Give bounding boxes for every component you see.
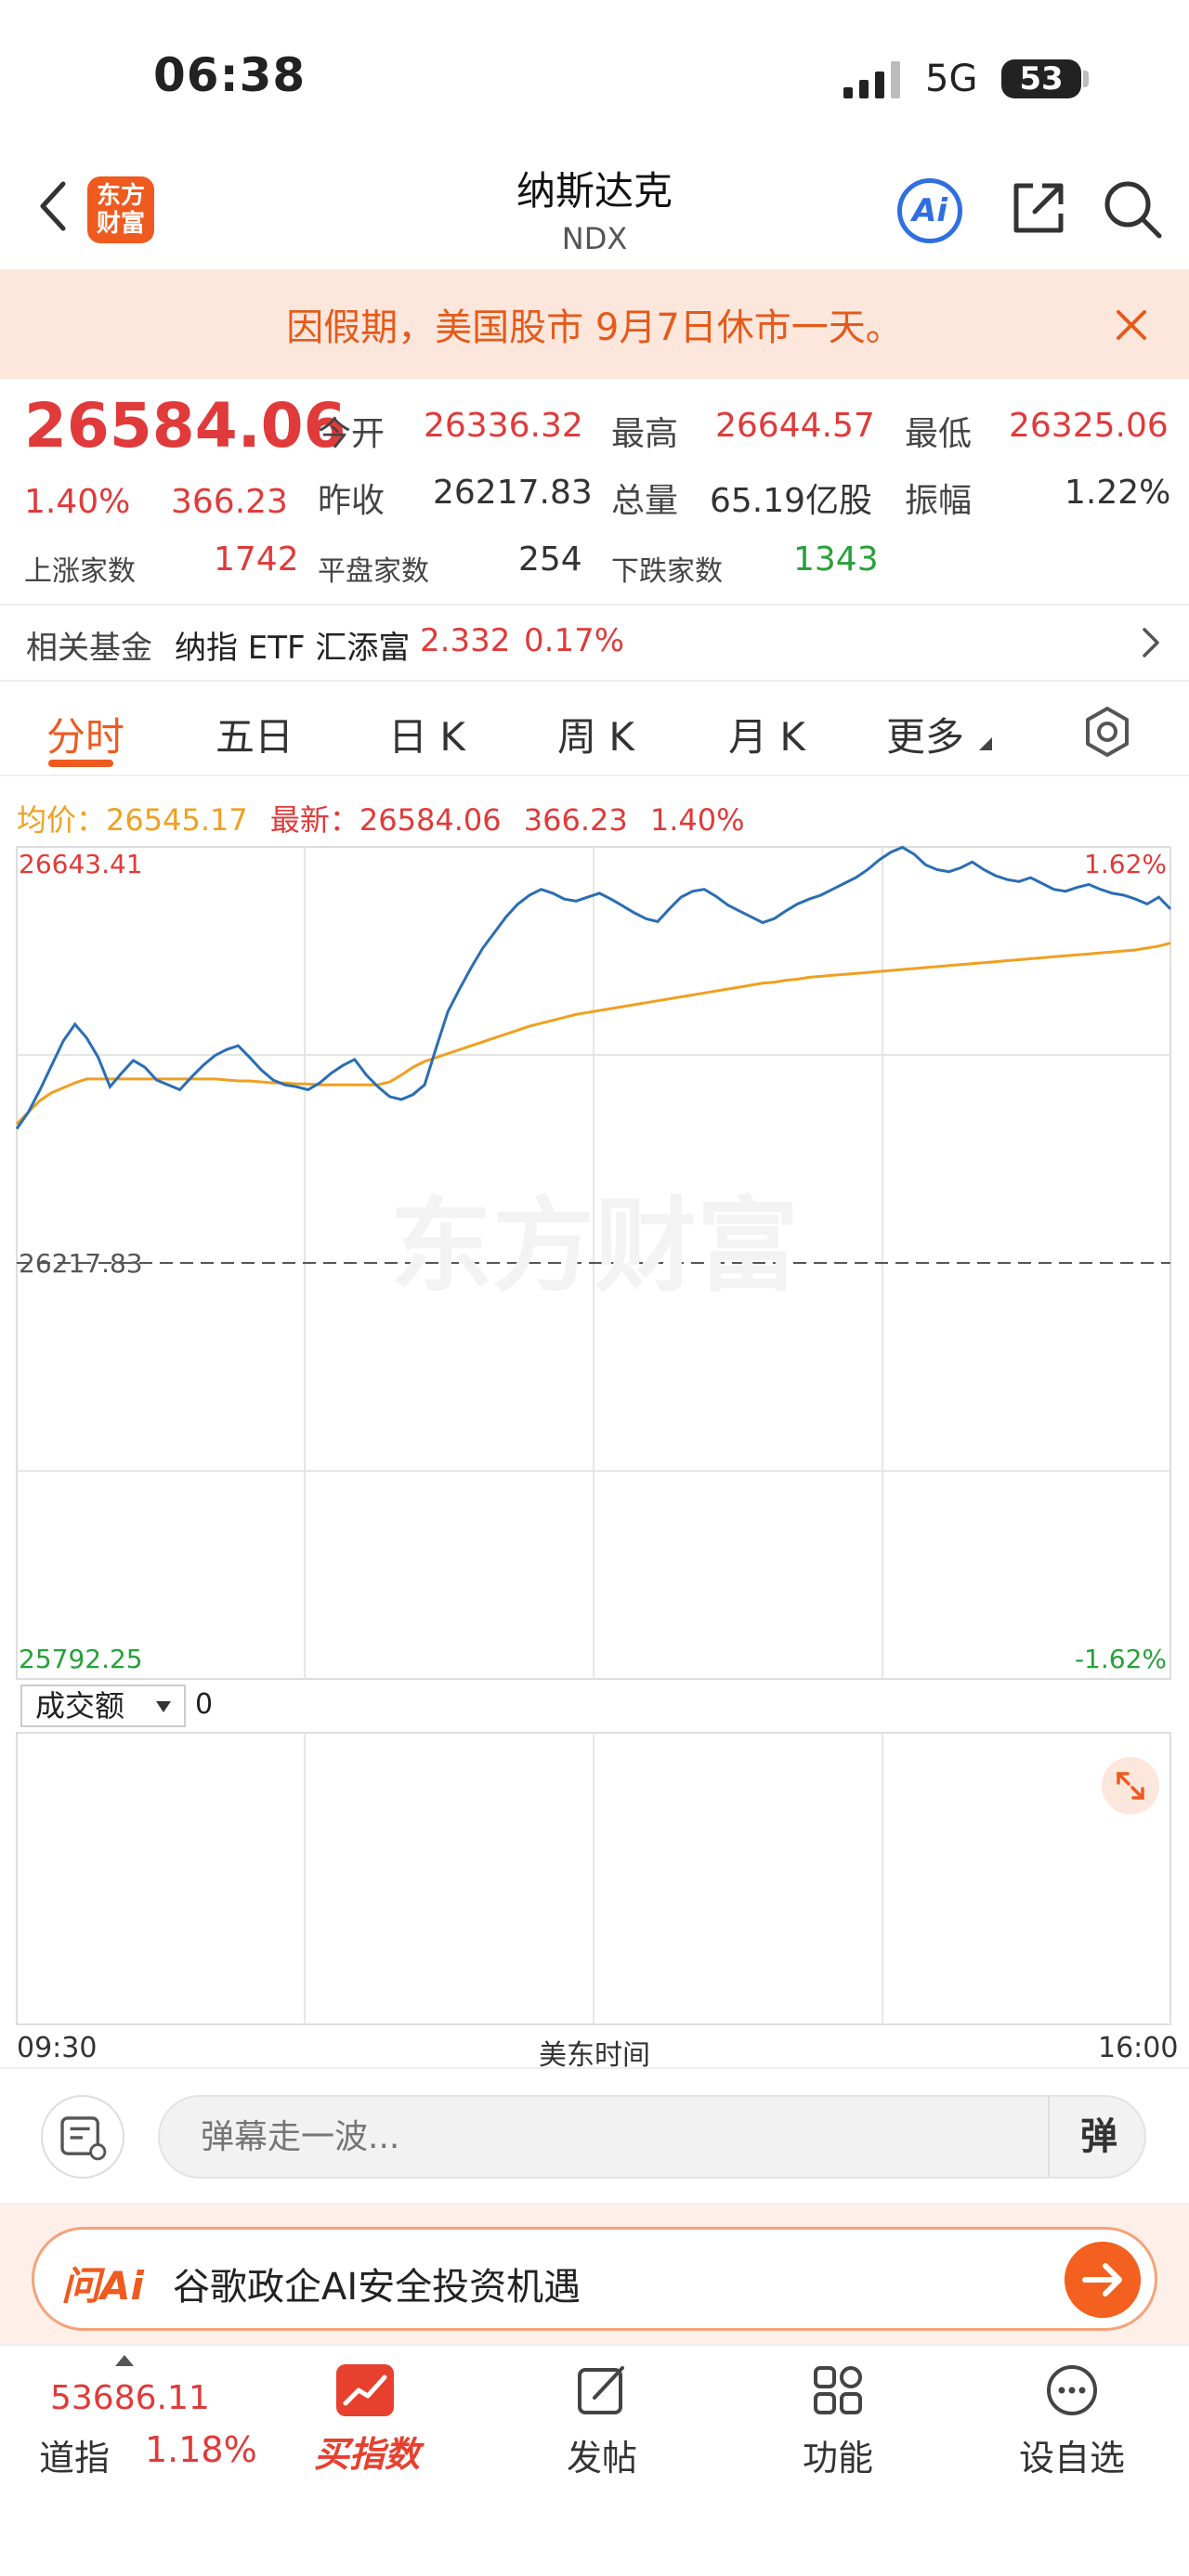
y-baseline-label: 26217.83 [19,1248,143,1279]
related-fund-price: 2.332 [420,622,511,659]
change-pct: 1.40% [24,483,131,521]
up-count-label: 上涨家数 [24,555,136,588]
chevron-down-icon [156,1701,171,1712]
status-time: 06:38 [153,48,307,102]
ask-ai-logo: 问Ai [61,2263,144,2309]
arrow-right-icon[interactable] [1065,2242,1141,2318]
volume-value: 65.19亿股 [710,482,873,520]
latest-value: 26584.06 [359,802,502,838]
more-dots-icon[interactable] [1044,2362,1100,2418]
tab-five-day[interactable]: 五日 [216,706,294,762]
divider [1048,2097,1050,2177]
avg-price-value: 26545.17 [106,802,248,838]
edit-post-icon[interactable] [574,2362,630,2418]
signal-icon [843,61,900,98]
avg-price-label: 均价： [17,802,107,838]
current-price: 26584.06 [24,390,346,462]
tab-indicator [48,760,113,767]
network-type: 5G [925,58,978,100]
battery-tip [1083,71,1089,87]
trend-chart-icon[interactable] [336,2364,394,2416]
open-label: 今开 [318,415,385,453]
down-count-label: 下跌家数 [611,555,723,588]
change-value: 366.23 [171,483,288,521]
ask-ai-prompt[interactable]: 谷歌政企AI安全投资机遇 [173,2257,581,2310]
chart-summary: 均价：26545.17 最新：26584.06 366.23 1.40% [17,797,745,839]
gear-icon[interactable] [1081,706,1133,758]
related-fund-label: 相关基金 [26,630,152,667]
divider [0,774,1189,776]
volume-label: 总量 [611,482,679,520]
prev-close-value: 26217.83 [433,474,593,512]
volume-amount: 0 [195,1688,214,1721]
close-icon[interactable] [1113,306,1150,344]
logo-text-1: 东方 [96,182,145,210]
high-value: 26644.57 [715,407,875,445]
amplitude-label: 振幅 [905,482,973,520]
tab-monthly-k[interactable]: 月 K [728,706,805,762]
divider [0,680,1189,682]
chevron-right-icon[interactable] [1141,624,1163,661]
divider [0,2067,1189,2069]
battery-icon: 53 [1001,59,1081,98]
amplitude-value: 1.22% [1065,474,1171,512]
intraday-chart[interactable]: 东方财富 26643.41 26217.83 25792.25 1.62% -1… [0,836,1189,2043]
tab-daily-k[interactable]: 日 K [388,706,465,762]
caret-up-icon [115,2355,134,2366]
share-icon[interactable] [1009,178,1068,238]
ai-button[interactable]: Ai [897,178,962,243]
down-count: 1343 [793,540,879,579]
prev-close-label: 昨收 [318,482,385,520]
tab-intraday[interactable]: 分时 [46,706,124,762]
nav-functions[interactable]: 功能 [754,2429,921,2480]
pct-top-label: 1.62% [1084,849,1167,879]
danmaku-list-icon[interactable] [41,2095,124,2179]
page-title: 纳斯达克 [516,168,673,214]
x-end-label: 16:00 [1098,2032,1179,2064]
related-fund-pct: 0.17% [524,622,625,659]
latest-label: 最新： [269,802,359,838]
divider [0,2344,1189,2346]
search-icon[interactable] [1102,178,1163,240]
up-count: 1742 [214,540,299,579]
nav-post[interactable]: 发帖 [518,2429,686,2480]
dow-index-pct[interactable]: 1.18% [145,2429,257,2470]
pct-bottom-label: -1.62% [1075,1644,1167,1674]
dow-index-name[interactable]: 道指 [39,2429,110,2480]
open-value: 26336.32 [424,407,583,445]
latest-pct: 1.40% [649,802,745,838]
low-label: 最低 [905,415,973,453]
tab-weekly-k[interactable]: 周 K [557,706,634,762]
danmaku-toggle-button[interactable]: 弹 [1066,2106,1131,2167]
expand-icon[interactable] [1102,1757,1159,1815]
more-caret-icon [979,737,992,750]
low-value: 26325.06 [1009,407,1169,445]
dow-index-value[interactable]: 53686.11 [50,2379,210,2417]
high-label: 最高 [611,415,679,453]
y-top-label: 26643.41 [19,849,143,879]
flat-count: 254 [518,540,582,579]
apps-icon[interactable] [810,2362,866,2418]
logo-text-2: 财富 [96,210,145,238]
nav-add-watchlist[interactable]: 设自选 [988,2429,1156,2480]
watermark: 东方财富 [390,1187,799,1306]
danmaku-input[interactable] [158,2095,1146,2179]
back-icon[interactable] [35,178,72,234]
page-subtitle: NDX [561,221,628,256]
divider [0,604,1189,605]
latest-change: 366.23 [523,802,628,838]
flat-count-label: 平盘家数 [318,555,429,588]
y-bottom-label: 25792.25 [19,1644,143,1674]
holiday-banner-text: 因假期，美国股市 9月7日休市一天。 [286,306,903,349]
brand-logo: 东方 财富 [87,176,154,243]
tab-more[interactable]: 更多 [886,706,964,762]
nav-buy-index[interactable]: 买指数 [279,2426,455,2477]
related-fund-name[interactable]: 纳指 ETF 汇添富 [175,622,410,668]
x-start-label: 09:30 [17,2032,98,2064]
